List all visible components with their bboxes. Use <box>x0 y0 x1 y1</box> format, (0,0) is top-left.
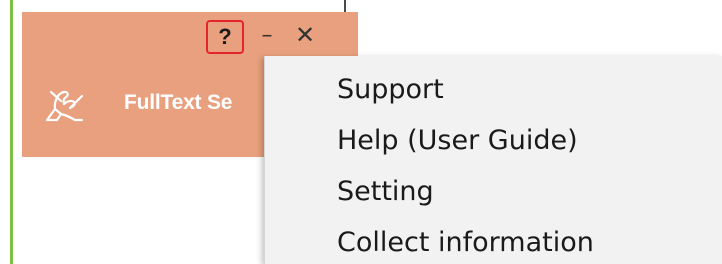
minimize-icon: – <box>261 22 273 48</box>
question-mark-icon: ? <box>218 24 232 49</box>
app-title: FullText Se <box>124 91 233 114</box>
window-edge-line <box>344 0 358 12</box>
menu-item-support[interactable]: Support <box>337 70 444 110</box>
menu-item-collect-information[interactable]: Collect information <box>337 223 594 263</box>
help-button[interactable]: ? <box>206 20 244 54</box>
screenshot-stage: ? – ✕ FullText Se Support Help (User Gui… <box>0 0 722 264</box>
menu-item-setting[interactable]: Setting <box>337 172 434 212</box>
left-accent-border <box>10 0 13 264</box>
help-dropdown-menu: Support Help (User Guide) Setting Collec… <box>264 56 722 264</box>
close-icon: ✕ <box>294 21 316 49</box>
minimize-button[interactable]: – <box>254 18 280 52</box>
menu-item-help-user-guide[interactable]: Help (User Guide) <box>337 121 578 161</box>
pen-hand-icon <box>45 90 84 122</box>
close-button[interactable]: ✕ <box>290 18 320 52</box>
